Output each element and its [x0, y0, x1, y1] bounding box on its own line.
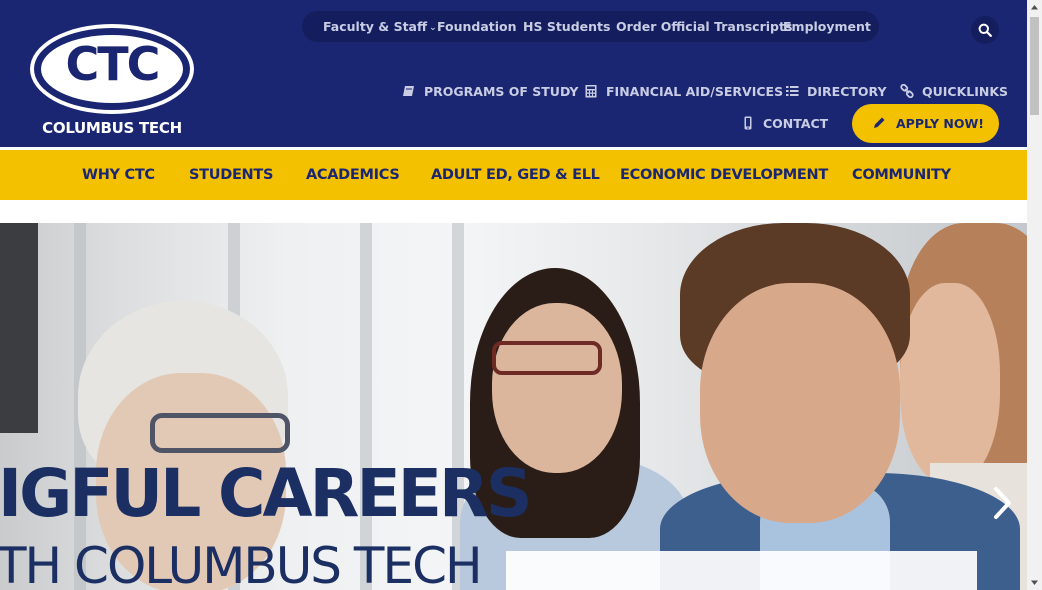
page-scrollbar[interactable]	[1027, 0, 1042, 590]
main-nav-economic-development[interactable]: ECONOMIC DEVELOPMENT	[620, 150, 828, 200]
main-nav-adult-ed[interactable]: ADULT ED, GED & ELL	[431, 150, 600, 200]
scroll-down-arrow-icon[interactable]	[1027, 575, 1042, 590]
main-nav-community[interactable]: COMMUNITY	[852, 150, 951, 200]
utility-link-faculty-staff[interactable]: Faculty & Staff ⌄	[323, 11, 437, 42]
link-icon	[900, 84, 914, 98]
utility-link-employment[interactable]: Employment	[783, 11, 871, 42]
utility-link-hs-students[interactable]: HS Students	[523, 11, 610, 42]
scroll-thumb[interactable]	[1030, 17, 1039, 115]
calculator-icon	[585, 85, 597, 98]
book-icon	[403, 86, 414, 96]
nav-directory[interactable]: DIRECTORY	[785, 84, 887, 100]
chevron-down-icon: ⌄	[429, 23, 437, 33]
mobile-icon	[744, 116, 752, 130]
logo-name: COLUMBUS TECH	[42, 119, 182, 137]
chevron-right-icon[interactable]	[990, 485, 1014, 521]
list-icon	[786, 86, 799, 96]
nav-quicklinks[interactable]: QUICKLINKS	[900, 84, 1008, 100]
main-nav-academics[interactable]: ACADEMICS	[306, 150, 400, 200]
ctc-logo[interactable]: CTC COLUMBUS TECH	[28, 24, 196, 138]
apply-now-button[interactable]: APPLY NOW!	[852, 104, 999, 143]
nav-programs-of-study[interactable]: PROGRAMS OF STUDY	[402, 84, 578, 100]
logo-monogram: CTC	[65, 37, 161, 91]
main-nav: WHY CTC STUDENTS ACADEMICS ADULT ED, GED…	[0, 150, 1027, 200]
pencil-icon	[874, 117, 885, 128]
main-nav-students[interactable]: STUDENTS	[189, 150, 273, 200]
nav-contact[interactable]: CONTACT	[741, 116, 828, 132]
hero-subheadline: TH COLUMBUS TECH	[0, 537, 483, 590]
hero-card	[506, 551, 977, 590]
hero-person	[900, 283, 1000, 483]
search-icon	[978, 23, 992, 37]
scroll-up-arrow-icon[interactable]	[1027, 0, 1042, 15]
search-button[interactable]	[971, 16, 999, 44]
site-header: CTC COLUMBUS TECH Faculty & Staff ⌄ Found…	[0, 0, 1027, 147]
utility-nav: Faculty & Staff ⌄ Foundation HS Students …	[302, 11, 879, 42]
nav-financial-aid[interactable]: FINANCIAL AID/SERVICES	[584, 84, 783, 100]
hero-headline: IGFUL CAREERS	[0, 455, 532, 532]
utility-link-foundation[interactable]: Foundation	[437, 11, 517, 42]
main-nav-why-ctc[interactable]: WHY CTC	[82, 150, 155, 200]
utility-link-transcripts[interactable]: Order Official Transcripts	[616, 11, 792, 42]
hero-slider: IGFUL CAREERS TH COLUMBUS TECH	[0, 223, 1027, 590]
